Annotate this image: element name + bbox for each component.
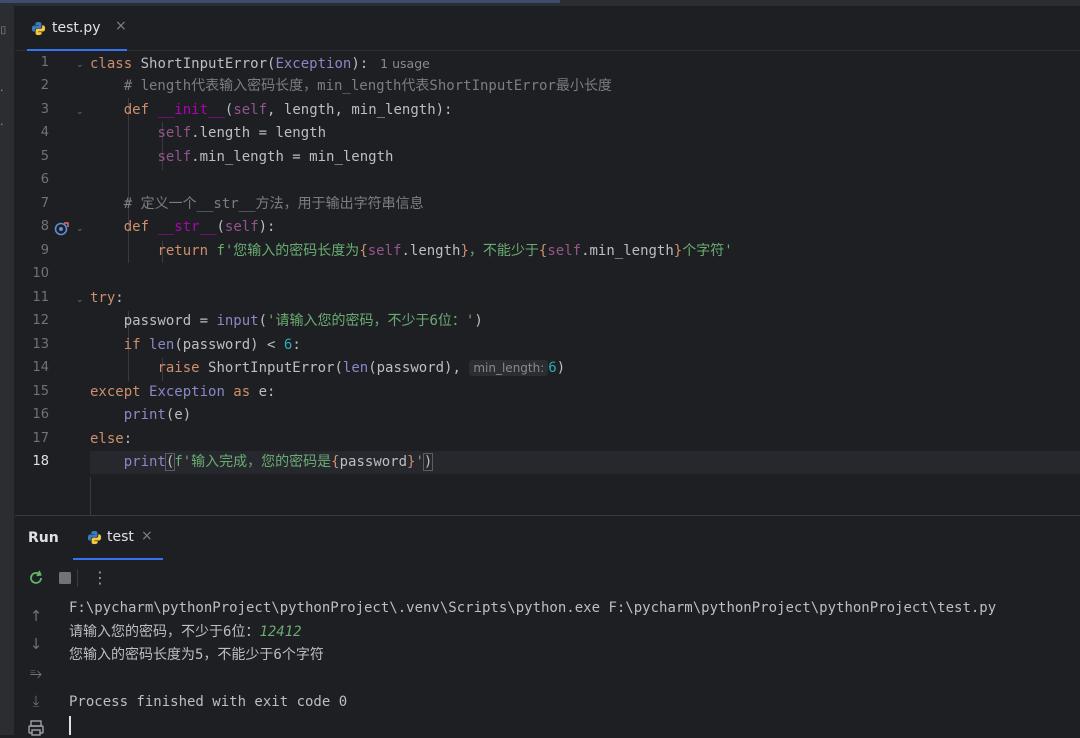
console-output-line: 您输入的密码长度为5，不能少于6个字符 (69, 647, 324, 663)
code-area[interactable]: class ShortInputError(Exception): 1 usage… (90, 52, 1080, 517)
active-tab-underline (27, 49, 127, 51)
code-line-17: else: (90, 431, 133, 447)
editor-tab-bar: test.py × (15, 6, 1080, 51)
left-strip-glyph-1[interactable]: ⌷ (0, 24, 7, 38)
python-file-icon (87, 530, 102, 545)
code-line-7: # 定义一个__str__方法，用于输出字符串信息 (90, 196, 424, 212)
line-number: 16 (32, 407, 49, 422)
code-line-14: raise ShortInputError(len(password), min… (157, 360, 566, 376)
override-marker-icon[interactable] (54, 221, 70, 237)
active-run-tab-underline (73, 558, 163, 560)
print-icon[interactable] (26, 718, 46, 738)
left-tool-strip: ⌷ · · (0, 6, 15, 735)
line-number: 13 (32, 337, 49, 352)
code-line-4: self.length = length (157, 125, 327, 141)
code-line-15: except Exception as e: (90, 384, 276, 400)
scroll-to-end-icon[interactable]: ⤓ (26, 691, 46, 711)
run-panel: Run test × ⋮ ↑ ↓ ⥱ ⤓ F:\pycharm\pythonPr… (15, 515, 1080, 736)
python-file-icon (31, 21, 46, 36)
console-caret (69, 716, 71, 735)
line-number: 1 (40, 55, 49, 70)
line-number: 2 (40, 78, 49, 93)
code-editor: test.py × 1 2 3 4 5 6 7 8 9 10 11 12 13 … (15, 6, 1080, 517)
run-tab-close-icon[interactable]: × (141, 528, 153, 544)
arrow-up-icon[interactable]: ↑ (26, 606, 46, 626)
code-line-18: print(f'输入完成，您的密码是{password}') (90, 451, 1080, 474)
top-accent-bar (0, 0, 560, 3)
stop-icon[interactable] (55, 568, 75, 588)
code-line-3: def __init__(self, length, min_length): (123, 102, 453, 118)
usage-hint[interactable]: 1 usage (380, 56, 430, 71)
left-strip-glyph-2[interactable]: · (0, 84, 4, 98)
parameter-hint: min_length: (469, 360, 549, 376)
console-exit-line: Process finished with exit code 0 (69, 694, 348, 710)
tab-filename: test.py (52, 20, 101, 36)
code-line-8: def __str__(self): (123, 219, 276, 235)
left-strip-glyph-3[interactable]: · (0, 118, 4, 132)
console-user-input: 12412 (259, 624, 302, 640)
console-command-line: F:\pycharm\pythonProject\pythonProject\.… (69, 600, 997, 616)
line-number: 15 (32, 384, 49, 399)
fold-chevron-icon[interactable]: ⌄ (76, 224, 84, 234)
console-output[interactable]: F:\pycharm\pythonProject\pythonProject\.… (69, 600, 1069, 736)
line-number: 6 (40, 172, 49, 187)
indent-guide (90, 477, 91, 517)
line-gutter: 1 2 3 4 5 6 7 8 9 10 11 12 13 14 15 16 1… (15, 52, 90, 515)
run-tab-label: test (107, 529, 134, 545)
run-toolbar: ⋮ (15, 564, 1080, 592)
code-line-12: password = input('请输入您的密码，不少于6位：') (123, 313, 483, 329)
more-vertical-icon[interactable]: ⋮ (90, 568, 110, 588)
rerun-icon[interactable] (26, 568, 46, 588)
arrow-down-icon[interactable]: ↓ (26, 634, 46, 654)
run-panel-title[interactable]: Run (28, 530, 59, 546)
fold-chevron-icon[interactable]: ⌄ (76, 60, 84, 70)
code-line-16: print(e) (123, 407, 192, 423)
line-number: 3 (40, 102, 49, 117)
toolbar-divider (77, 569, 78, 587)
soft-wrap-icon[interactable]: ⥱ (26, 663, 46, 683)
line-number: 17 (32, 431, 49, 446)
line-number: 7 (40, 196, 49, 211)
code-line-13: if len(password) < 6: (123, 337, 301, 353)
console-side-tools: ↑ ↓ ⥱ ⤓ (15, 600, 59, 736)
code-line-2: # length代表输入密码长度，min_length代表ShortInputE… (90, 78, 612, 94)
tab-test-py[interactable]: test.py × (27, 6, 127, 51)
fold-chevron-icon[interactable]: ⌄ (76, 295, 84, 305)
line-number-current: 18 (32, 454, 49, 469)
fold-chevron-icon[interactable]: ⌄ (76, 107, 84, 117)
tab-close-icon[interactable]: × (115, 18, 127, 34)
code-line-9: return f'您输入的密码长度为{self.length}，不能少于{sel… (157, 243, 733, 259)
code-line-5: self.min_length = min_length (157, 149, 394, 165)
line-number: 14 (32, 360, 49, 375)
tab-run-test[interactable]: test × (73, 516, 163, 560)
line-number: 5 (40, 149, 49, 164)
console-prompt-line: 请输入您的密码，不少于6位：12412 (69, 624, 302, 640)
code-line-11: try: (90, 290, 124, 306)
line-number: 8 (40, 219, 49, 234)
code-line-1: class ShortInputError(Exception): 1 usage (90, 56, 430, 72)
line-number: 11 (32, 290, 49, 305)
line-number: 4 (40, 125, 49, 140)
line-number: 12 (32, 313, 49, 328)
run-header: Run test × (15, 516, 1080, 560)
line-number: 9 (40, 243, 49, 258)
line-number: 10 (32, 266, 49, 281)
